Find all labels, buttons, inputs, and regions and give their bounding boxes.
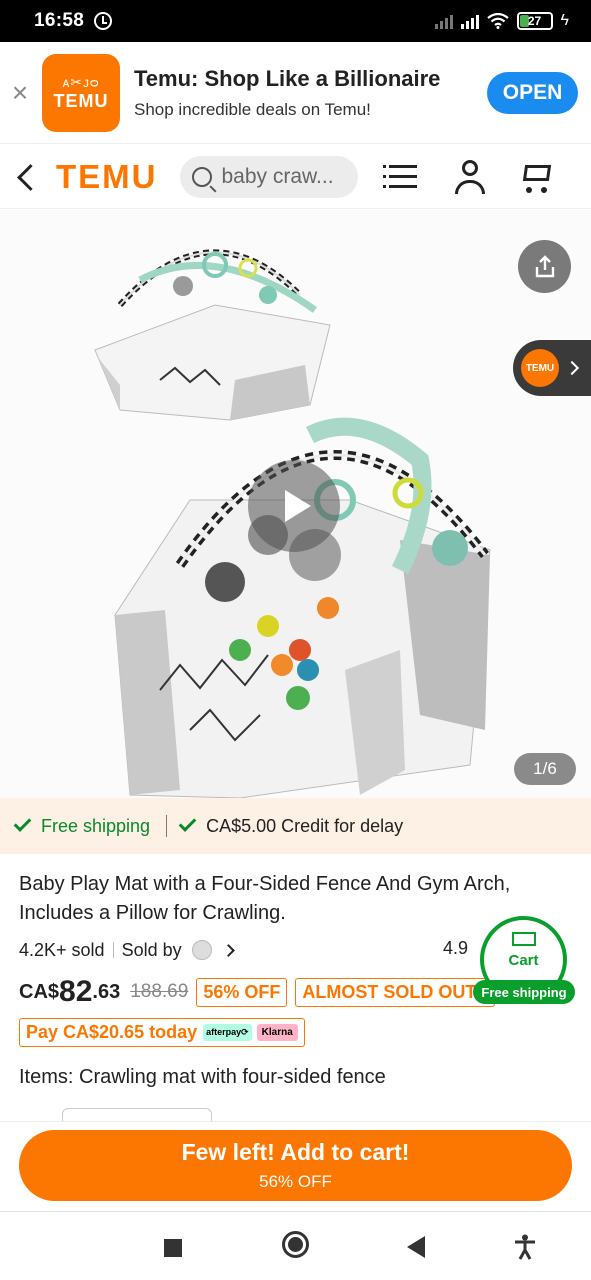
charging-icon: ϟ: [560, 12, 569, 29]
floating-cart-label: Cart: [508, 952, 539, 969]
check-icon: [178, 814, 197, 832]
sold-count: 4.2K+ sold: [19, 939, 105, 960]
banner-text: Temu: Shop Like a Billionaire Shop incre…: [134, 66, 440, 120]
bottom-action-bar: Few left! Add to cart! 56% OFF: [0, 1121, 591, 1211]
price-currency: CA$: [19, 980, 60, 1003]
open-app-button[interactable]: OPEN: [487, 71, 578, 114]
temu-mini-logo: TEMU: [521, 349, 559, 387]
temu-app-logo: ᴀ✂ᴊᴑ TEMU: [42, 53, 120, 132]
afterpay-logo: afterpay⟳: [203, 1024, 252, 1041]
search-icon: [191, 166, 212, 187]
search-box[interactable]: baby craw...: [179, 155, 358, 198]
status-time: 16:58: [34, 10, 85, 31]
free-shipping-text: Free shipping: [41, 815, 151, 836]
close-icon[interactable]: ×: [0, 77, 40, 109]
share-button[interactable]: [518, 240, 571, 293]
brand-logo[interactable]: TEMU: [56, 158, 158, 196]
add-to-cart-label: Few left! Add to cart!: [181, 1139, 410, 1165]
discount-badge: 56% OFF: [196, 977, 288, 1007]
product-image-gallery[interactable]: TEMU 1/6: [0, 210, 591, 798]
chevron-right-icon[interactable]: [221, 943, 235, 957]
pay-today-text: Pay CA$20.65 today: [26, 1022, 198, 1042]
battery-icon: 27: [516, 12, 553, 30]
original-price: 188.69: [130, 981, 189, 1002]
divider: [112, 942, 114, 958]
alarm-icon: [94, 12, 113, 30]
recents-icon[interactable]: [164, 1239, 182, 1257]
share-icon: [535, 254, 554, 277]
signal-icon: [434, 13, 453, 29]
price-row: CA$ 82 .63 188.69 56% OFF ALMOST SOLD OU…: [19, 974, 496, 1010]
play-video-button[interactable]: [248, 460, 340, 552]
battery-level: 27: [527, 14, 542, 28]
logo-glyphs: ᴀ✂ᴊᴑ: [62, 73, 100, 90]
chevron-right-icon: [564, 360, 580, 376]
banner-subtitle: Shop incredible deals on Temu!: [134, 99, 371, 119]
status-bar: 16:58 27 ϟ: [0, 0, 591, 42]
cart-icon[interactable]: [515, 155, 559, 199]
shipping-benefits-strip[interactable]: Free shipping CA$5.00 Credit for delay: [0, 798, 591, 854]
klarna-logo: Klarna: [256, 1024, 298, 1041]
price-minor: .63: [92, 980, 121, 1003]
rating-value[interactable]: 4.9: [443, 938, 468, 959]
free-shipping-badge: Free shipping: [473, 980, 575, 1004]
credit-delay-text: CA$5.00 Credit for delay: [206, 815, 404, 836]
store-shortcut-pill[interactable]: TEMU: [513, 340, 591, 396]
add-to-cart-button[interactable]: Few left! Add to cart! 56% OFF: [19, 1130, 572, 1201]
variant-thumbnail[interactable]: [62, 1108, 212, 1122]
logo-word: TEMU: [53, 90, 109, 111]
sold-by-label[interactable]: Sold by: [122, 940, 182, 961]
back-arrow-icon[interactable]: [6, 155, 50, 199]
cart-icon: [511, 932, 536, 946]
product-title: Baby Play Mat with a Four-Sided Fence An…: [19, 873, 511, 924]
signal-icon: [460, 13, 479, 29]
almost-sold-out-badge: ALMOST SOLD OUT: [295, 977, 496, 1007]
top-nav: TEMU baby craw...: [0, 145, 591, 209]
items-variant-label: Items: Crawling mat with four-sided fenc…: [19, 1066, 386, 1088]
back-icon[interactable]: [407, 1236, 425, 1258]
add-to-cart-discount: 56% OFF: [259, 1172, 332, 1191]
search-query: baby craw...: [221, 164, 334, 188]
divider: [166, 815, 168, 837]
status-icons: 27 ϟ: [434, 12, 569, 30]
app-install-banner: × ᴀ✂ᴊᴑ TEMU Temu: Shop Like a Billionair…: [0, 42, 591, 144]
store-avatar[interactable]: [191, 940, 212, 960]
check-icon: [13, 814, 32, 832]
price-major: 82: [59, 975, 93, 1008]
home-icon[interactable]: [282, 1231, 309, 1258]
banner-title: Temu: Shop Like a Billionaire: [134, 65, 441, 91]
system-nav-bar: [0, 1211, 591, 1280]
wifi-icon: [486, 13, 509, 29]
account-icon[interactable]: [448, 155, 492, 199]
accessibility-icon[interactable]: [514, 1234, 536, 1260]
image-counter: 1/6: [514, 753, 576, 785]
menu-list-icon[interactable]: [381, 155, 425, 199]
installment-offer[interactable]: Pay CA$20.65 today afterpay⟳ Klarna: [19, 1018, 305, 1047]
